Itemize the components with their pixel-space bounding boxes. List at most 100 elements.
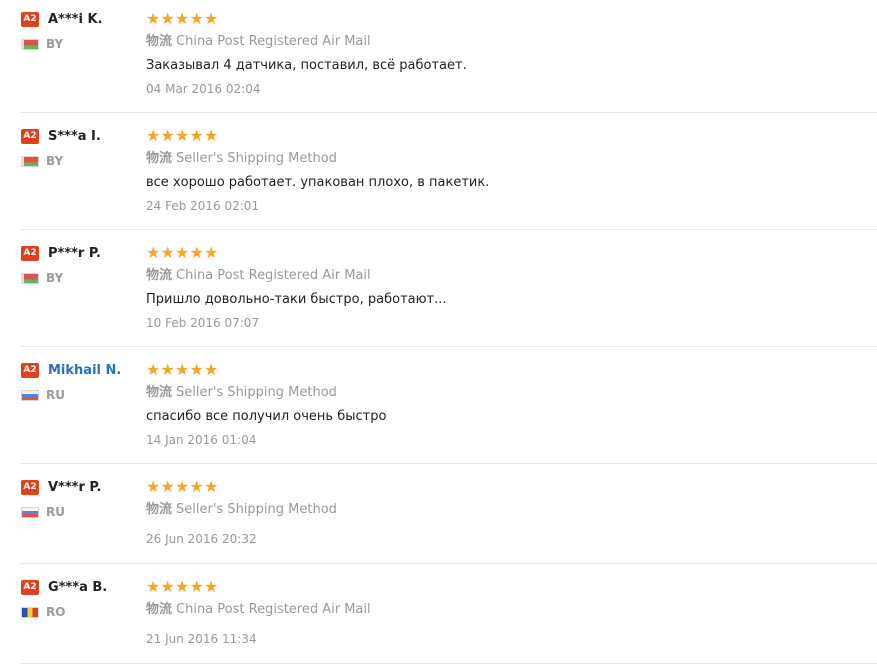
review-body: ★ ★ ★ ★ ★ 物流 Seller's Shipping Method спасибо… — [146, 361, 857, 449]
star-icon: ★ — [146, 243, 161, 262]
review-divider — [20, 112, 877, 113]
star-icon: ★ — [189, 9, 204, 28]
buyer-name: P***r P. — [48, 245, 101, 261]
buyer-country: BY — [46, 271, 64, 285]
star-icon: ★ — [160, 243, 175, 262]
logistics-label: 物流 — [146, 502, 173, 517]
star-icon: ★ — [189, 126, 204, 145]
buyer-info: A2 G***a B. RO — [21, 578, 136, 619]
review-item: A2 A***i K. BY ★ ★ ★ ★ ★ 物流 China Post Regist… — [0, 10, 877, 113]
logistics-label: 物流 — [146, 268, 173, 283]
review-comment: Пришло довольно-таки быстро, работают... — [146, 292, 447, 307]
buyer-name: S***a I. — [48, 128, 101, 144]
star-icon: ★ — [175, 9, 190, 28]
logistics-method: Seller's Shipping Method — [176, 151, 337, 166]
review-date: 21 Jun 2016 11:34 — [146, 632, 257, 646]
ro-flag-icon — [21, 606, 39, 618]
logistics-method: China Post Registered Air Mail — [176, 268, 371, 283]
review-divider — [20, 563, 877, 564]
star-icon: ★ — [175, 243, 190, 262]
buyer-name: V***r P. — [48, 479, 102, 495]
star-icon: ★ — [204, 477, 219, 496]
review-body: ★ ★ ★ ★ ★ 物流 China Post Registered Air Mail П… — [146, 244, 857, 332]
ru-flag-icon — [21, 506, 39, 518]
feedback-list: A2 A***i K. BY ★ ★ ★ ★ ★ 物流 China Post Regist… — [0, 0, 877, 666]
star-icon: ★ — [189, 477, 204, 496]
star-icon: ★ — [160, 126, 175, 145]
logistics-method: Seller's Shipping Method — [176, 385, 337, 400]
buyer-country: BY — [46, 37, 64, 51]
buyer-country: RO — [46, 605, 66, 619]
review-item: A2 G***a B. RO ★ ★ ★ ★ ★ 物流 China Post Regist… — [0, 578, 877, 664]
star-icon: ★ — [175, 577, 190, 596]
review-divider — [20, 346, 877, 347]
review-body: ★ ★ ★ ★ ★ 物流 China Post Registered Air Mail 2… — [146, 578, 857, 648]
buyer-level-badge: A2 — [21, 579, 39, 595]
star-rating: ★ ★ ★ ★ ★ — [146, 244, 857, 262]
review-body: ★ ★ ★ ★ ★ 物流 Seller's Shipping Method 26 Jun … — [146, 478, 857, 548]
review-divider — [20, 229, 877, 230]
review-body: ★ ★ ★ ★ ★ 物流 China Post Registered Air Mail З… — [146, 10, 857, 98]
star-rating: ★ ★ ★ ★ ★ — [146, 578, 857, 596]
star-icon: ★ — [175, 126, 190, 145]
star-icon: ★ — [204, 126, 219, 145]
review-item: A2 P***r P. BY ★ ★ ★ ★ ★ 物流 China Post Regist… — [0, 244, 877, 347]
review-comment: спасибо все получил очень быстро — [146, 409, 387, 424]
buyer-level-badge: A2 — [21, 362, 39, 378]
star-icon: ★ — [146, 360, 161, 379]
logistics-info: 物流 China Post Registered Air Mail — [146, 267, 857, 285]
buyer-level-badge: A2 — [21, 11, 39, 27]
logistics-method: Seller's Shipping Method — [176, 502, 337, 517]
by-flag-icon — [21, 38, 39, 50]
buyer-country: RU — [46, 505, 65, 519]
review-item: A2 S***a I. BY ★ ★ ★ ★ ★ 物流 Seller's Shipping… — [0, 127, 877, 230]
buyer-level-badge: A2 — [21, 128, 39, 144]
star-rating: ★ ★ ★ ★ ★ — [146, 10, 857, 28]
logistics-info: 物流 China Post Registered Air Mail — [146, 33, 857, 51]
logistics-label: 物流 — [146, 34, 173, 49]
star-icon: ★ — [146, 9, 161, 28]
buyer-info: A2 P***r P. BY — [21, 244, 136, 285]
review-date: 14 Jan 2016 01:04 — [146, 433, 257, 447]
star-icon: ★ — [160, 9, 175, 28]
buyer-country: BY — [46, 154, 64, 168]
logistics-method: China Post Registered Air Mail — [176, 34, 371, 49]
buyer-level-badge: A2 — [21, 479, 39, 495]
logistics-label: 物流 — [146, 151, 173, 166]
star-icon: ★ — [160, 577, 175, 596]
star-icon: ★ — [146, 577, 161, 596]
star-icon: ★ — [189, 243, 204, 262]
review-body: ★ ★ ★ ★ ★ 物流 Seller's Shipping Method все хор… — [146, 127, 857, 215]
review-divider — [20, 463, 877, 464]
by-flag-icon — [21, 272, 39, 284]
review-date: 04 Mar 2016 02:04 — [146, 82, 261, 96]
star-icon: ★ — [160, 477, 175, 496]
buyer-name: A***i K. — [48, 11, 103, 27]
review-item: A2 V***r P. RU ★ ★ ★ ★ ★ 物流 Seller's Shipping… — [0, 478, 877, 564]
logistics-label: 物流 — [146, 602, 173, 617]
buyer-country: RU — [46, 388, 65, 402]
review-divider — [20, 663, 877, 664]
star-rating: ★ ★ ★ ★ ★ — [146, 478, 857, 496]
star-rating: ★ ★ ★ ★ ★ — [146, 361, 857, 379]
buyer-info: A2 S***a I. BY — [21, 127, 136, 168]
logistics-info: 物流 Seller's Shipping Method — [146, 384, 857, 402]
logistics-info: 物流 Seller's Shipping Method — [146, 150, 857, 168]
logistics-label: 物流 — [146, 385, 173, 400]
star-icon: ★ — [175, 360, 190, 379]
star-icon: ★ — [204, 577, 219, 596]
review-comment: все хорошо работает. упакован плохо, в п… — [146, 175, 490, 190]
buyer-info: A2 V***r P. RU — [21, 478, 136, 519]
buyer-info: A2 A***i K. BY — [21, 10, 136, 51]
star-icon: ★ — [189, 577, 204, 596]
ru-flag-icon — [21, 389, 39, 401]
star-rating: ★ ★ ★ ★ ★ — [146, 127, 857, 145]
review-comment: Заказывал 4 датчика, поставил, всё работ… — [146, 58, 467, 73]
star-icon: ★ — [146, 126, 161, 145]
buyer-name-link[interactable]: Mikhail N. — [48, 363, 121, 378]
by-flag-icon — [21, 155, 39, 167]
logistics-info: 物流 Seller's Shipping Method — [146, 501, 857, 519]
review-date: 10 Feb 2016 07:07 — [146, 316, 260, 330]
review-date: 24 Feb 2016 02:01 — [146, 199, 260, 213]
star-icon: ★ — [204, 360, 219, 379]
